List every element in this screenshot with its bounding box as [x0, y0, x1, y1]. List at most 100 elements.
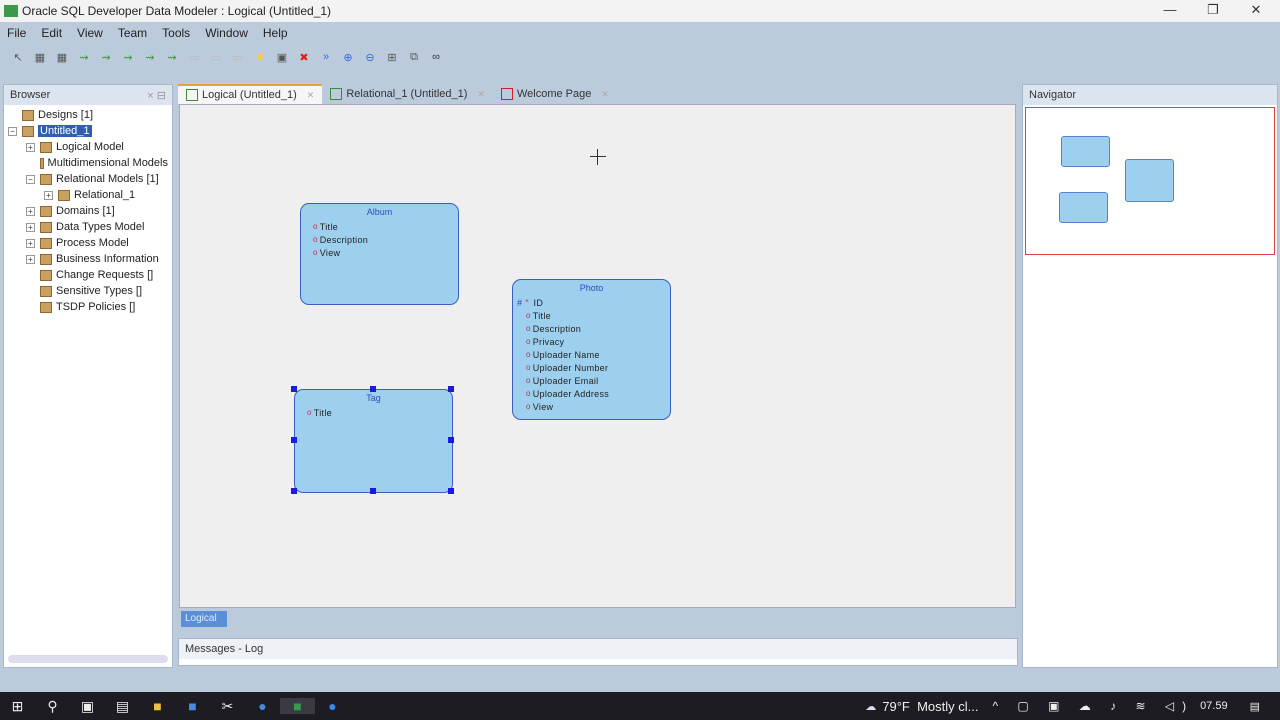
tab-logical-diagram[interactable]: Logical	[181, 611, 227, 627]
task-view-icon[interactable]: ▣	[70, 698, 105, 715]
arc-disabled-1-icon[interactable]: ▭	[186, 49, 202, 65]
close-panel-icon[interactable]: × ⊟	[147, 89, 166, 102]
expand-icon[interactable]: +	[26, 142, 35, 152]
new-entity-icon[interactable]: ▦	[32, 49, 48, 65]
menu-view[interactable]: View	[77, 26, 103, 40]
resize-handle[interactable]	[369, 488, 376, 494]
search-icon[interactable]: ⚲	[35, 698, 70, 715]
expand-icon[interactable]: +	[26, 238, 35, 248]
new-relation-m-n-icon[interactable]: ⇝	[142, 49, 158, 65]
resize-handle[interactable]	[291, 437, 297, 443]
menu-window[interactable]: Window	[205, 26, 248, 40]
new-relation-1-n-icon[interactable]: ⇝	[98, 49, 114, 65]
resize-handle[interactable]	[448, 488, 454, 494]
picture-icon[interactable]: ▣	[274, 49, 290, 65]
entity-attribute: o Title	[301, 220, 458, 233]
close-tab-icon[interactable]: ✕	[601, 89, 609, 100]
data-modeler-icon[interactable]: ■	[280, 698, 315, 714]
resize-handle[interactable]	[448, 386, 454, 392]
new-relation-1-1-icon[interactable]: ⇝	[76, 49, 92, 65]
entity-tag[interactable]: Tag o Title	[291, 386, 454, 494]
navigator-viewport[interactable]	[1025, 107, 1275, 255]
find-icon[interactable]: ∞	[428, 49, 444, 65]
close-tab-icon[interactable]: ✕	[477, 89, 485, 100]
tab-2[interactable]: Welcome Page ✕	[493, 84, 617, 104]
collapse-icon[interactable]: −	[8, 126, 17, 136]
tree-item[interactable]: − Untitled_1	[8, 123, 168, 139]
tree-item[interactable]: + Data Types Model	[8, 219, 168, 235]
resize-handle[interactable]	[448, 437, 454, 443]
restore-button[interactable]: ❐	[1193, 2, 1233, 18]
resize-handle[interactable]	[291, 386, 297, 392]
zoom-out-icon[interactable]: ⊖	[362, 49, 378, 65]
diagram-canvas[interactable]: Album o Title o Description o View Photo # * ID o…	[179, 104, 1016, 608]
tab-0[interactable]: Logical (Untitled_1) ✕	[178, 84, 323, 104]
minimize-button[interactable]: —	[1150, 2, 1190, 17]
tree-item[interactable]: + Domains [1]	[8, 203, 168, 219]
new-view-icon[interactable]: ▦	[54, 49, 70, 65]
expand-icon[interactable]: +	[44, 190, 53, 200]
tree-item-label: Business Information	[56, 253, 159, 265]
file-explorer-icon[interactable]: ■	[140, 698, 175, 714]
select-pointer-icon[interactable]: ↖	[10, 49, 26, 65]
attribute-name: ID	[533, 297, 544, 308]
tree-item[interactable]: TSDP Policies []	[8, 299, 168, 315]
entity-photo[interactable]: Photo # * ID o Title o Description o Privacy o Upl…	[512, 279, 671, 420]
new-relation-n-1-icon[interactable]: ⇝	[120, 49, 136, 65]
new-inheritance-icon[interactable]: ⇝	[164, 49, 180, 65]
taskbar: ⊞ ⚲ ▣ ▤ ■ ■ ✂ ● ■ ● ☁ 79°F Mostly cl... …	[0, 692, 1280, 720]
delete-icon[interactable]: ✖	[296, 49, 312, 65]
tree-item-label: Sensitive Types []	[56, 285, 143, 297]
expand-icon[interactable]: +	[26, 222, 35, 232]
resize-handle[interactable]	[369, 386, 376, 392]
weather-text[interactable]: 79°F Mostly cl...	[882, 699, 978, 714]
app-icon[interactable]: ✂	[210, 698, 245, 715]
close-button[interactable]: ✕	[1236, 2, 1276, 18]
tree-item-label: Relational Models [1]	[56, 173, 159, 185]
messages-title: Messages - Log	[185, 643, 264, 655]
menu-help[interactable]: Help	[263, 26, 288, 40]
tree-item[interactable]: + Logical Model	[8, 139, 168, 155]
new-note-icon[interactable]: ■	[252, 49, 268, 65]
tree-item[interactable]: + Relational_1	[8, 187, 168, 203]
entity-album[interactable]: Album o Title o Description o View	[300, 203, 459, 305]
zoom-icon[interactable]: ●	[315, 698, 350, 714]
tree-item[interactable]: Multidimensional Models	[8, 155, 168, 171]
folder-icon	[22, 125, 34, 137]
menu-file[interactable]: File	[7, 26, 26, 40]
collapse-icon[interactable]: −	[26, 174, 35, 184]
menu-tools[interactable]: Tools	[162, 26, 190, 40]
tree-item[interactable]: Change Requests []	[8, 267, 168, 283]
menu-edit[interactable]: Edit	[41, 26, 62, 40]
tree-item[interactable]: + Process Model	[8, 235, 168, 251]
fit-screen-icon[interactable]: ⊞	[384, 49, 400, 65]
browser-icon[interactable]: ●	[245, 698, 280, 714]
clock[interactable]: 07.59	[1200, 700, 1228, 712]
zoom-in-icon[interactable]: ⊕	[340, 49, 356, 65]
arc-disabled-2-icon[interactable]: ▭	[208, 49, 224, 65]
close-tab-icon[interactable]: ✕	[307, 90, 315, 101]
engineer-to-relational-icon[interactable]: »	[318, 49, 334, 65]
normal-size-icon[interactable]: ⧉	[406, 49, 422, 65]
tree-item[interactable]: + Business Information	[8, 251, 168, 267]
tab-1[interactable]: Relational_1 (Untitled_1) ✕	[322, 84, 493, 104]
tree-item[interactable]: Designs [1]	[8, 107, 168, 123]
store-icon[interactable]: ▤	[105, 698, 140, 715]
entity-attribute: o Privacy	[513, 335, 670, 348]
expand-icon[interactable]: +	[26, 206, 35, 216]
menu-team[interactable]: Team	[118, 26, 147, 40]
mandatory-icon: *	[525, 298, 529, 307]
start-icon[interactable]: ⊞	[0, 698, 35, 715]
attribute-name: Privacy	[532, 336, 565, 347]
tab-label: Relational_1 (Untitled_1)	[346, 88, 468, 100]
tree-item[interactable]: Sensitive Types []	[8, 283, 168, 299]
tree-item[interactable]: − Relational Models [1]	[8, 171, 168, 187]
expand-icon[interactable]: +	[26, 254, 35, 264]
horizontal-scrollbar[interactable]	[8, 655, 168, 663]
word-icon[interactable]: ■	[175, 698, 210, 714]
tray-icons[interactable]: ^ ▢ ▣ ☁ ♪ ≋ ◁)	[992, 699, 1194, 713]
browser-tree: Designs [1] − Untitled_1 + Logical Model Mult…	[4, 105, 172, 317]
arc-disabled-3-icon[interactable]: ▭	[230, 49, 246, 65]
notifications-icon[interactable]: ▤	[1250, 700, 1260, 713]
resize-handle[interactable]	[291, 488, 297, 494]
